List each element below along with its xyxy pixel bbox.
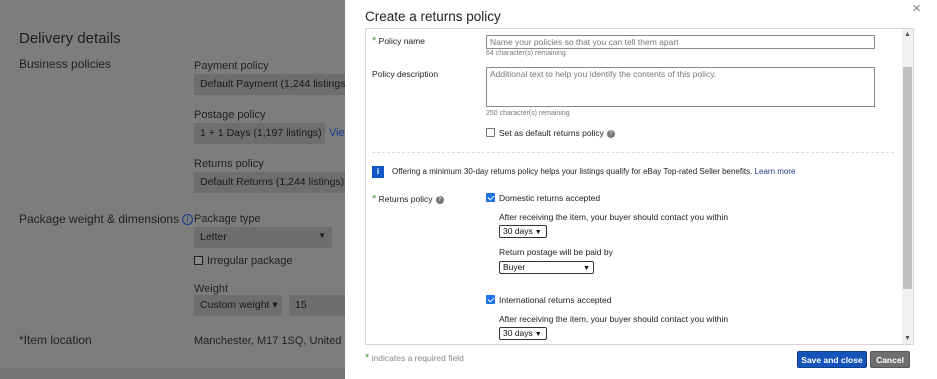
default-policy-label: Set as default returns policy [499,128,604,138]
return-postage-select[interactable]: Buyer ▼ [499,261,594,274]
modal-scroll-area[interactable]: * Policy name Name your policies so that… [365,28,914,345]
return-postage-value: Buyer [503,262,526,272]
domestic-days-select[interactable]: 30 days ▼ [499,225,547,238]
info-icon: i [372,166,384,178]
returns-policy-label-row: * Returns policy? [372,193,444,205]
close-icon[interactable]: × [912,0,921,17]
scrollbar-thumb[interactable] [903,67,912,289]
cancel-button[interactable]: Cancel [870,351,910,368]
domestic-days-value: 30 days [503,226,533,236]
help-icon[interactable]: ? [435,196,444,204]
payment-policy-label: Payment policy [194,60,269,72]
info-icon[interactable]: i [182,214,194,225]
info-message: Offering a minimum 30-day returns policy… [392,167,795,176]
policy-name-input[interactable]: Name your policies so that you can tell … [486,35,875,49]
irregular-checkbox[interactable] [194,256,203,265]
irregular-package-row[interactable]: Irregular package [194,255,293,267]
help-icon[interactable]: ? [606,130,615,138]
international-returns-label: International returns accepted [499,295,612,305]
default-policy-checkbox[interactable] [486,128,495,137]
section-divider [372,152,894,153]
policy-name-label: Policy name [378,36,425,46]
returns-policy-modal: × Create a returns policy * Policy name … [345,0,937,379]
save-and-close-button[interactable]: Save and close [797,351,867,368]
international-days-select[interactable]: 30 days ▼ [499,327,547,340]
weight-type-select[interactable]: Custom weight ▾ [194,295,282,316]
delivery-details-title: Delivery details [19,30,121,47]
postage-policy-label: Postage policy [194,109,266,121]
policy-description-textarea[interactable]: Additional text to help you identify the… [486,67,875,107]
item-location-label: *Item location [19,333,92,347]
international-returns-checkbox[interactable] [486,295,495,304]
scrollbar[interactable]: ▲ ▼ [902,29,913,344]
package-type-label: Package type [194,213,261,225]
policy-description-hint: 250 character(s) remaining [486,110,570,117]
domestic-contact-text: After receiving the item, your buyer sho… [499,212,729,222]
policy-description-label: Policy description [372,69,439,79]
policy-name-label-row: * Policy name [372,35,425,47]
required-note-text: indicates a required field [371,353,464,363]
background-footer [0,368,345,379]
chevron-down-icon: ▼ [583,265,590,272]
required-note: * indicates a required field [365,352,464,364]
policy-name-hint: 64 character(s) remaining [486,50,566,57]
learn-more-link[interactable]: Learn more [755,167,796,176]
package-section-heading: Package weight & dimensions i [19,212,194,226]
package-type-value: Letter [200,231,227,243]
business-policies-heading: Business policies [19,57,112,71]
required-star-icon: * [372,193,377,205]
weight-label: Weight [194,283,229,295]
return-postage-text: Return postage will be paid by [499,247,613,257]
returns-policy-label: Returns policy [378,194,433,204]
default-policy-row[interactable]: Set as default returns policy? [486,128,615,138]
payment-policy-select[interactable]: Default Payment (1,244 listings) - [194,74,345,95]
chevron-down-icon: ▼ [534,331,542,338]
domestic-returns-label: Domestic returns accepted [499,193,601,203]
package-type-select[interactable]: Letter ▼ [194,227,332,248]
irregular-label: Irregular package [207,255,293,267]
weight-input[interactable]: 15 [289,295,345,316]
international-returns-row[interactable]: International returns accepted [486,295,611,305]
returns-policy-select[interactable]: Default Returns (1,244 listings) - d [194,172,345,193]
scroll-up-icon[interactable]: ▲ [904,31,911,38]
required-star-icon: * [372,35,377,47]
domestic-returns-row[interactable]: Domestic returns accepted [486,193,600,203]
domestic-returns-checkbox[interactable] [486,193,495,202]
chevron-down-icon: ▼ [318,231,326,240]
international-days-value: 30 days [503,328,533,338]
package-section-label: Package weight & dimensions [19,212,180,226]
required-star-icon: * [365,352,370,364]
returns-policy-label: Returns policy [194,158,264,170]
postage-policy-select[interactable]: 1 + 1 Days (1,197 listings) ▾ [194,123,325,144]
modal-title: Create a returns policy [365,9,501,24]
item-location-value: Manchester, M17 1SQ, United King [194,335,367,347]
info-message-text: Offering a minimum 30-day returns policy… [392,167,753,176]
scroll-down-icon[interactable]: ▼ [904,335,911,342]
international-contact-text: After receiving the item, your buyer sho… [499,314,729,324]
chevron-down-icon: ▼ [534,229,542,236]
